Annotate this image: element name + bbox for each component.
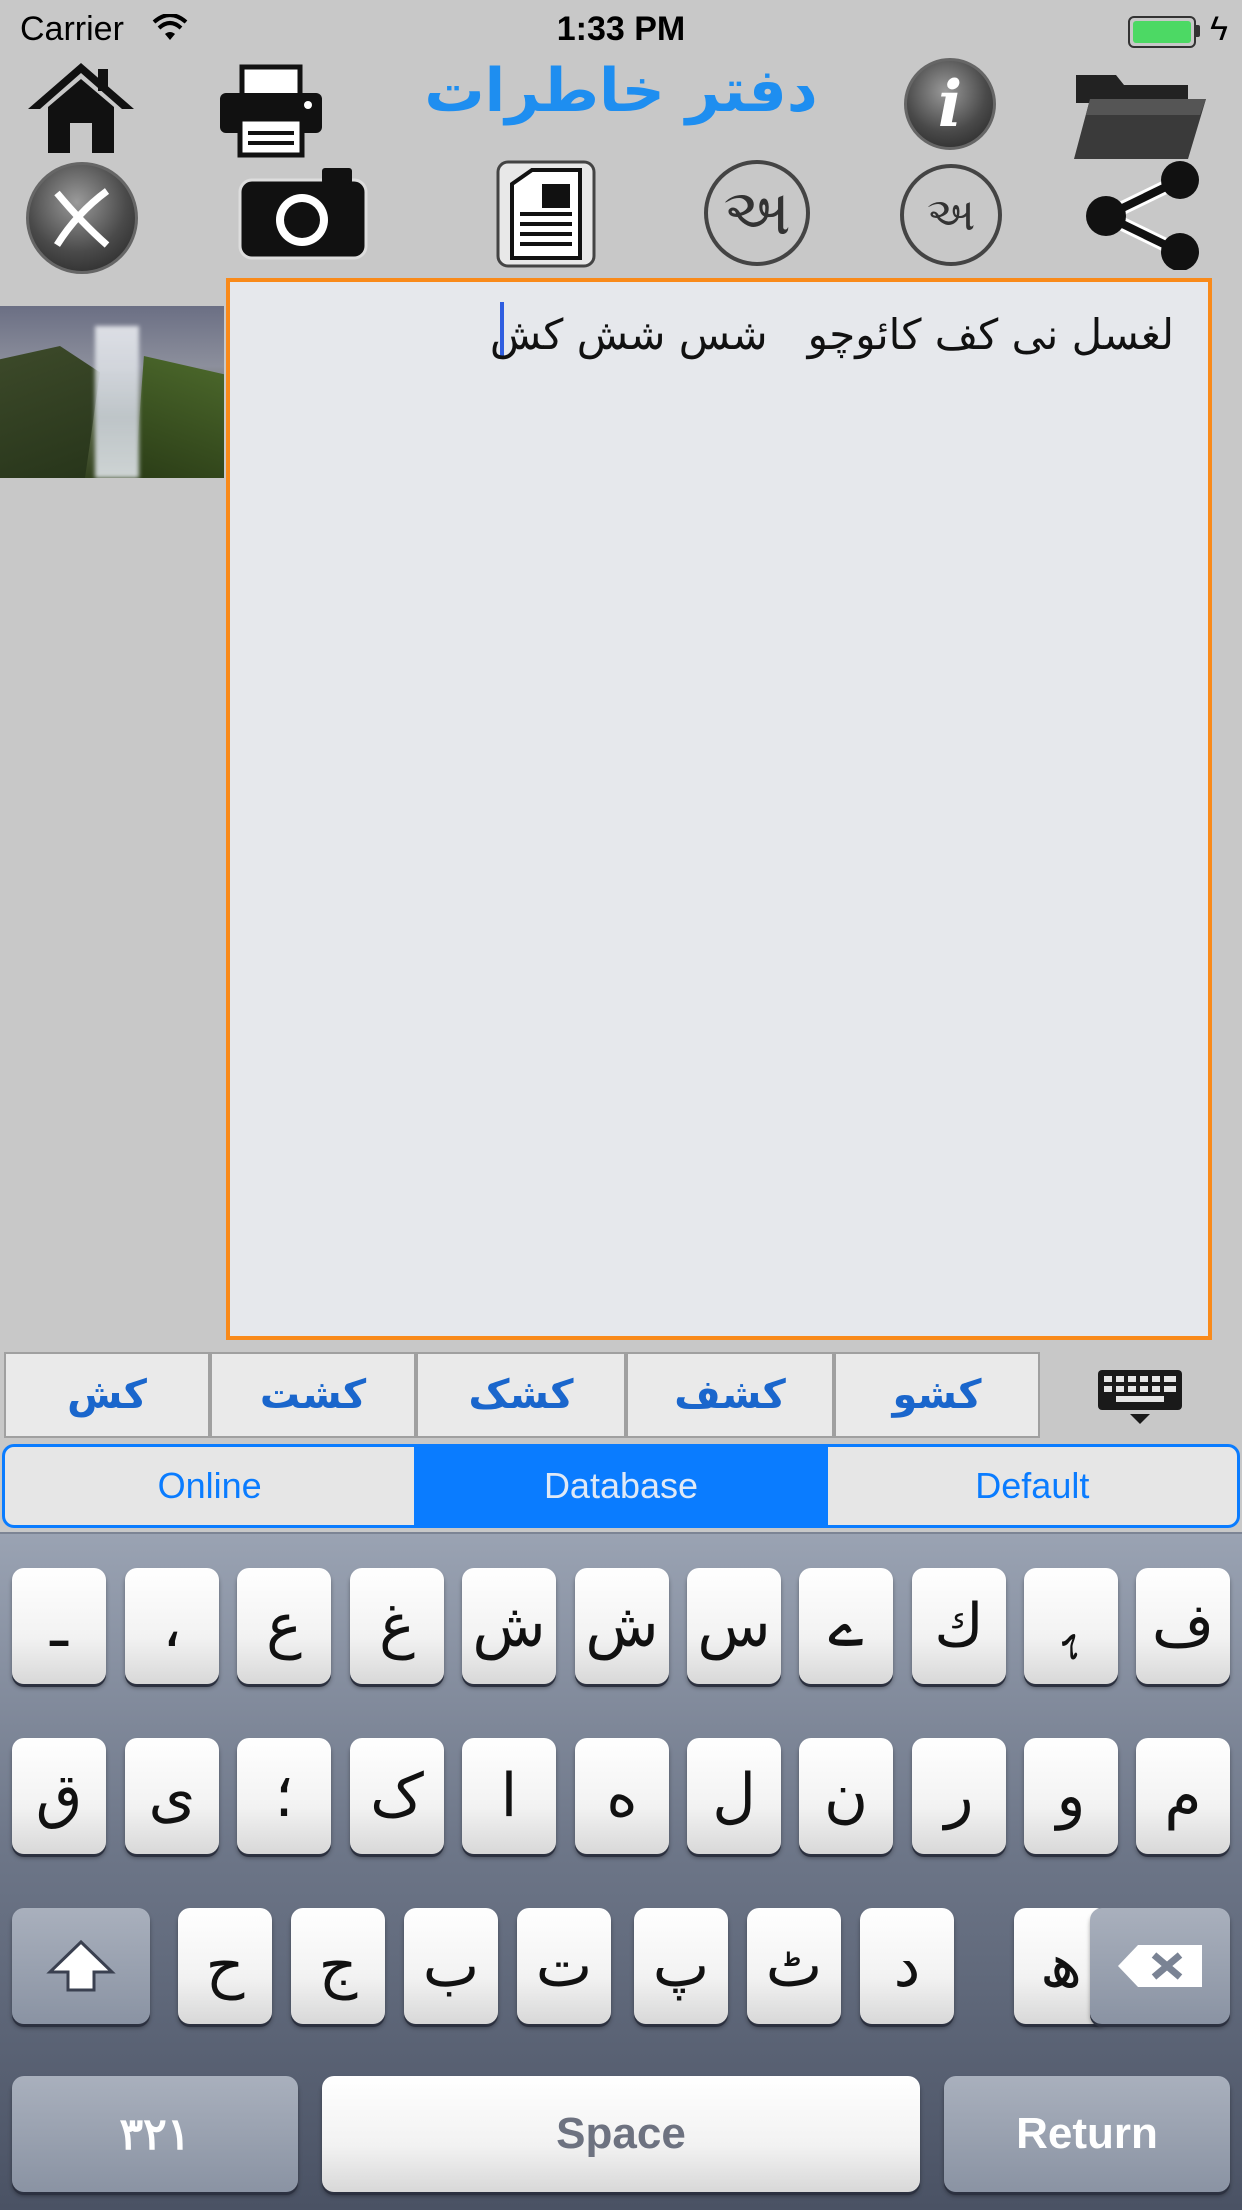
key[interactable]: ے <box>799 1568 893 1684</box>
key[interactable]: ه <box>575 1738 669 1854</box>
key[interactable]: ف <box>1136 1568 1230 1684</box>
battery-icon <box>1128 16 1196 48</box>
source-segmented-control[interactable]: Online Database Default <box>2 1444 1240 1528</box>
suggestion-4[interactable]: کشف <box>626 1352 834 1438</box>
editor-text: لغسل نی کف کائوچو شس شش کش <box>489 310 1174 359</box>
open-folder-button[interactable] <box>1070 58 1210 168</box>
info-button[interactable]: i <box>904 58 996 150</box>
key[interactable]: س <box>687 1568 781 1684</box>
key[interactable]: و <box>1024 1738 1118 1854</box>
suggestion-5[interactable]: کشو <box>834 1352 1040 1438</box>
key[interactable]: ـ <box>12 1568 106 1684</box>
key[interactable]: ٹ <box>747 1908 841 2024</box>
info-icon: i <box>937 66 963 142</box>
print-button[interactable] <box>216 56 326 166</box>
share-button[interactable] <box>1080 160 1208 270</box>
space-key[interactable]: Space <box>322 2076 920 2192</box>
close-icon <box>54 188 110 248</box>
key[interactable]: پ <box>634 1908 728 2024</box>
segment-database[interactable]: Database <box>414 1447 826 1525</box>
return-key[interactable]: Return <box>944 2076 1230 2192</box>
key[interactable]: ا <box>462 1738 556 1854</box>
camera-icon <box>238 168 368 260</box>
shift-arrow-icon <box>46 1939 116 1992</box>
keyboard-icon <box>1098 1370 1182 1424</box>
key[interactable]: ر <box>912 1738 1006 1854</box>
key[interactable]: غ <box>350 1568 444 1684</box>
app-title: دفتر خاطرات <box>424 56 818 126</box>
hide-keyboard-button[interactable] <box>1096 1368 1184 1426</box>
document-button[interactable] <box>494 158 598 270</box>
gujarati-small-button[interactable]: અ <box>900 164 1002 266</box>
key[interactable]: ق <box>12 1738 106 1854</box>
text-editor[interactable]: لغسل نی کف کائوچو شس شش کش <box>226 278 1212 1340</box>
document-icon <box>496 160 596 268</box>
thumbnail-cliff-left <box>0 346 100 478</box>
background-thumbnail[interactable] <box>0 306 224 478</box>
status-bar: Carrier 1:33 PM ϟ <box>0 0 1242 60</box>
charging-icon: ϟ <box>1210 10 1228 48</box>
thumbnail-cliff-right <box>135 356 224 478</box>
clock: 1:33 PM <box>556 10 686 48</box>
shift-key[interactable] <box>12 1908 150 2024</box>
key[interactable]: ش <box>575 1568 669 1684</box>
gujarati-small-icon: અ <box>926 187 976 241</box>
key[interactable]: ت <box>517 1908 611 2024</box>
home-button[interactable] <box>26 52 136 162</box>
key[interactable]: ﮨ <box>1024 1568 1118 1684</box>
key[interactable]: م <box>1136 1738 1230 1854</box>
key[interactable]: ی <box>125 1738 219 1854</box>
key[interactable]: ح <box>178 1908 272 2024</box>
battery-level <box>1133 21 1191 43</box>
gujarati-large-icon: અ <box>723 176 791 250</box>
key[interactable]: ع <box>237 1568 331 1684</box>
share-icon <box>1086 161 1199 270</box>
key[interactable]: ج <box>291 1908 385 2024</box>
gujarati-large-button[interactable]: અ <box>704 160 810 266</box>
camera-button[interactable] <box>236 162 370 262</box>
key[interactable]: ب <box>404 1908 498 2024</box>
printer-icon <box>220 64 322 158</box>
home-icon <box>28 63 134 153</box>
backspace-icon <box>1118 1945 1202 1987</box>
key[interactable]: ش <box>462 1568 556 1684</box>
segment-online[interactable]: Online <box>5 1447 414 1525</box>
suggestion-3[interactable]: کشک <box>416 1352 626 1438</box>
thumbnail-waterfall <box>95 326 139 478</box>
numbers-key[interactable]: ۳۲۱ <box>12 2076 298 2192</box>
key[interactable]: د <box>860 1908 954 2024</box>
key[interactable]: ، <box>125 1568 219 1684</box>
battery-tip <box>1196 25 1200 37</box>
segment-default[interactable]: Default <box>825 1447 1237 1525</box>
close-button[interactable] <box>26 162 138 274</box>
key[interactable]: ك <box>912 1568 1006 1684</box>
suggestion-2[interactable]: کشت <box>210 1352 416 1438</box>
key[interactable]: ؛ <box>237 1738 331 1854</box>
folder-icon <box>1074 75 1206 159</box>
suggestion-1[interactable]: کش <box>4 1352 210 1438</box>
key[interactable]: ل <box>687 1738 781 1854</box>
key[interactable]: ن <box>799 1738 893 1854</box>
backspace-key[interactable] <box>1090 1908 1230 2024</box>
key[interactable]: ک <box>350 1738 444 1854</box>
